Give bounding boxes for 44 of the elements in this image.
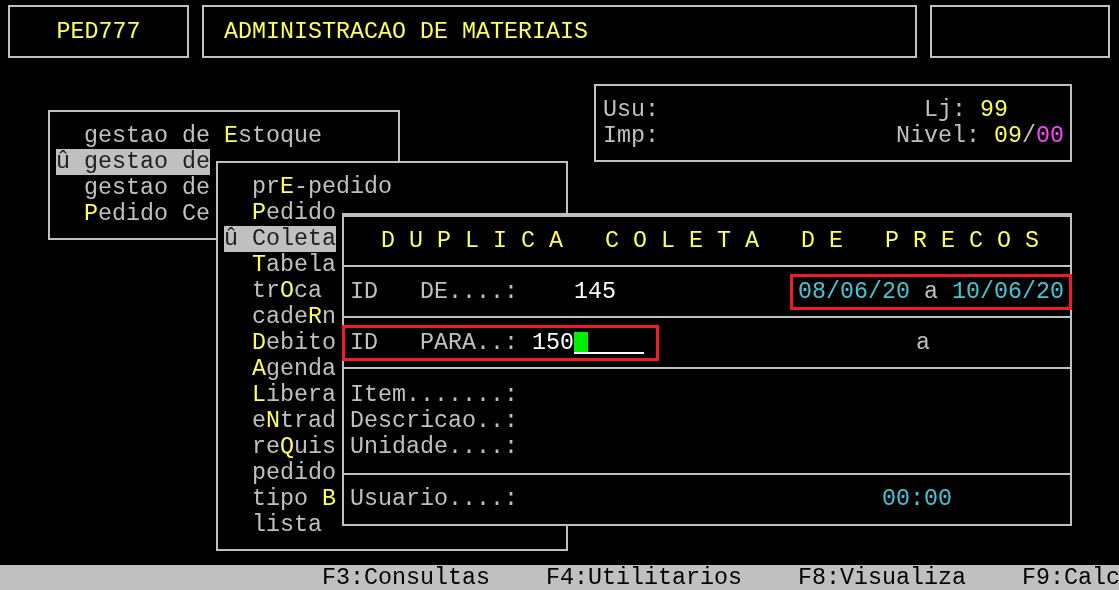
menu-item[interactable]: û gestao de: [56, 149, 210, 175]
menu-item[interactable]: Libera: [224, 382, 336, 408]
field-label: ID DE....:: [350, 278, 519, 305]
level-label: Nivel:: [896, 123, 980, 149]
menu-item[interactable]: Pedido: [224, 200, 336, 226]
function-key-hint: F4:Utilitarios: [546, 564, 742, 590]
menu-item[interactable]: û Coleta: [224, 226, 336, 252]
store-label: Lj:: [924, 97, 966, 123]
field-label: Descricao..:: [350, 408, 518, 434]
date-from: 08/06/20: [798, 278, 910, 305]
field-value: 145: [574, 278, 617, 305]
menu-item[interactable]: eNtrad: [224, 408, 336, 434]
menu-item[interactable]: cadeRn: [224, 304, 336, 330]
menu-item[interactable]: Tabela: [224, 252, 336, 278]
range-separator: a: [924, 278, 938, 305]
dialog-title: D U P L I C A C O L E T A D E P R E C O S: [381, 228, 1039, 254]
menu-item[interactable]: gestao de Estoque: [56, 123, 322, 149]
printer-label: Imp:: [603, 123, 659, 149]
menu-item[interactable]: Debito: [224, 330, 336, 356]
menu-item[interactable]: gestao de: [56, 175, 210, 201]
menu-item[interactable]: trOca: [224, 278, 322, 304]
id-field[interactable]: 150: [532, 329, 644, 356]
system-title: ADMINISTRACAO DE MATERIAIS: [224, 18, 588, 45]
menu-item[interactable]: lista: [224, 512, 322, 538]
field-label: ID PARA..:: [350, 329, 518, 356]
function-key-hint: F9:Calc: [1022, 564, 1119, 590]
time-value: 00:00: [882, 486, 952, 512]
function-key-hint: F3:Consultas: [322, 564, 490, 590]
date-to: 10/06/20: [952, 278, 1064, 305]
function-key-hint: F8:Visualiza: [798, 564, 966, 590]
menu-item[interactable]: Agenda: [224, 356, 336, 382]
menu-item[interactable]: tipo B: [224, 486, 336, 512]
range-separator: a: [916, 329, 930, 356]
program-code: PED777: [56, 18, 141, 45]
menu-item[interactable]: pedido: [224, 460, 336, 486]
field-label: Usuario....:: [350, 486, 519, 512]
field-label: Unidade....:: [350, 434, 518, 460]
menu-item[interactable]: prE-pedido: [224, 174, 392, 200]
field-label: Item.......:: [350, 382, 518, 408]
menu-item[interactable]: Pedido Ce: [56, 201, 210, 227]
user-label: Usu:: [603, 97, 659, 123]
level-value: 09/00: [994, 123, 1064, 149]
store-value: 99: [980, 97, 1008, 123]
menu-item[interactable]: reQuis: [224, 434, 336, 460]
